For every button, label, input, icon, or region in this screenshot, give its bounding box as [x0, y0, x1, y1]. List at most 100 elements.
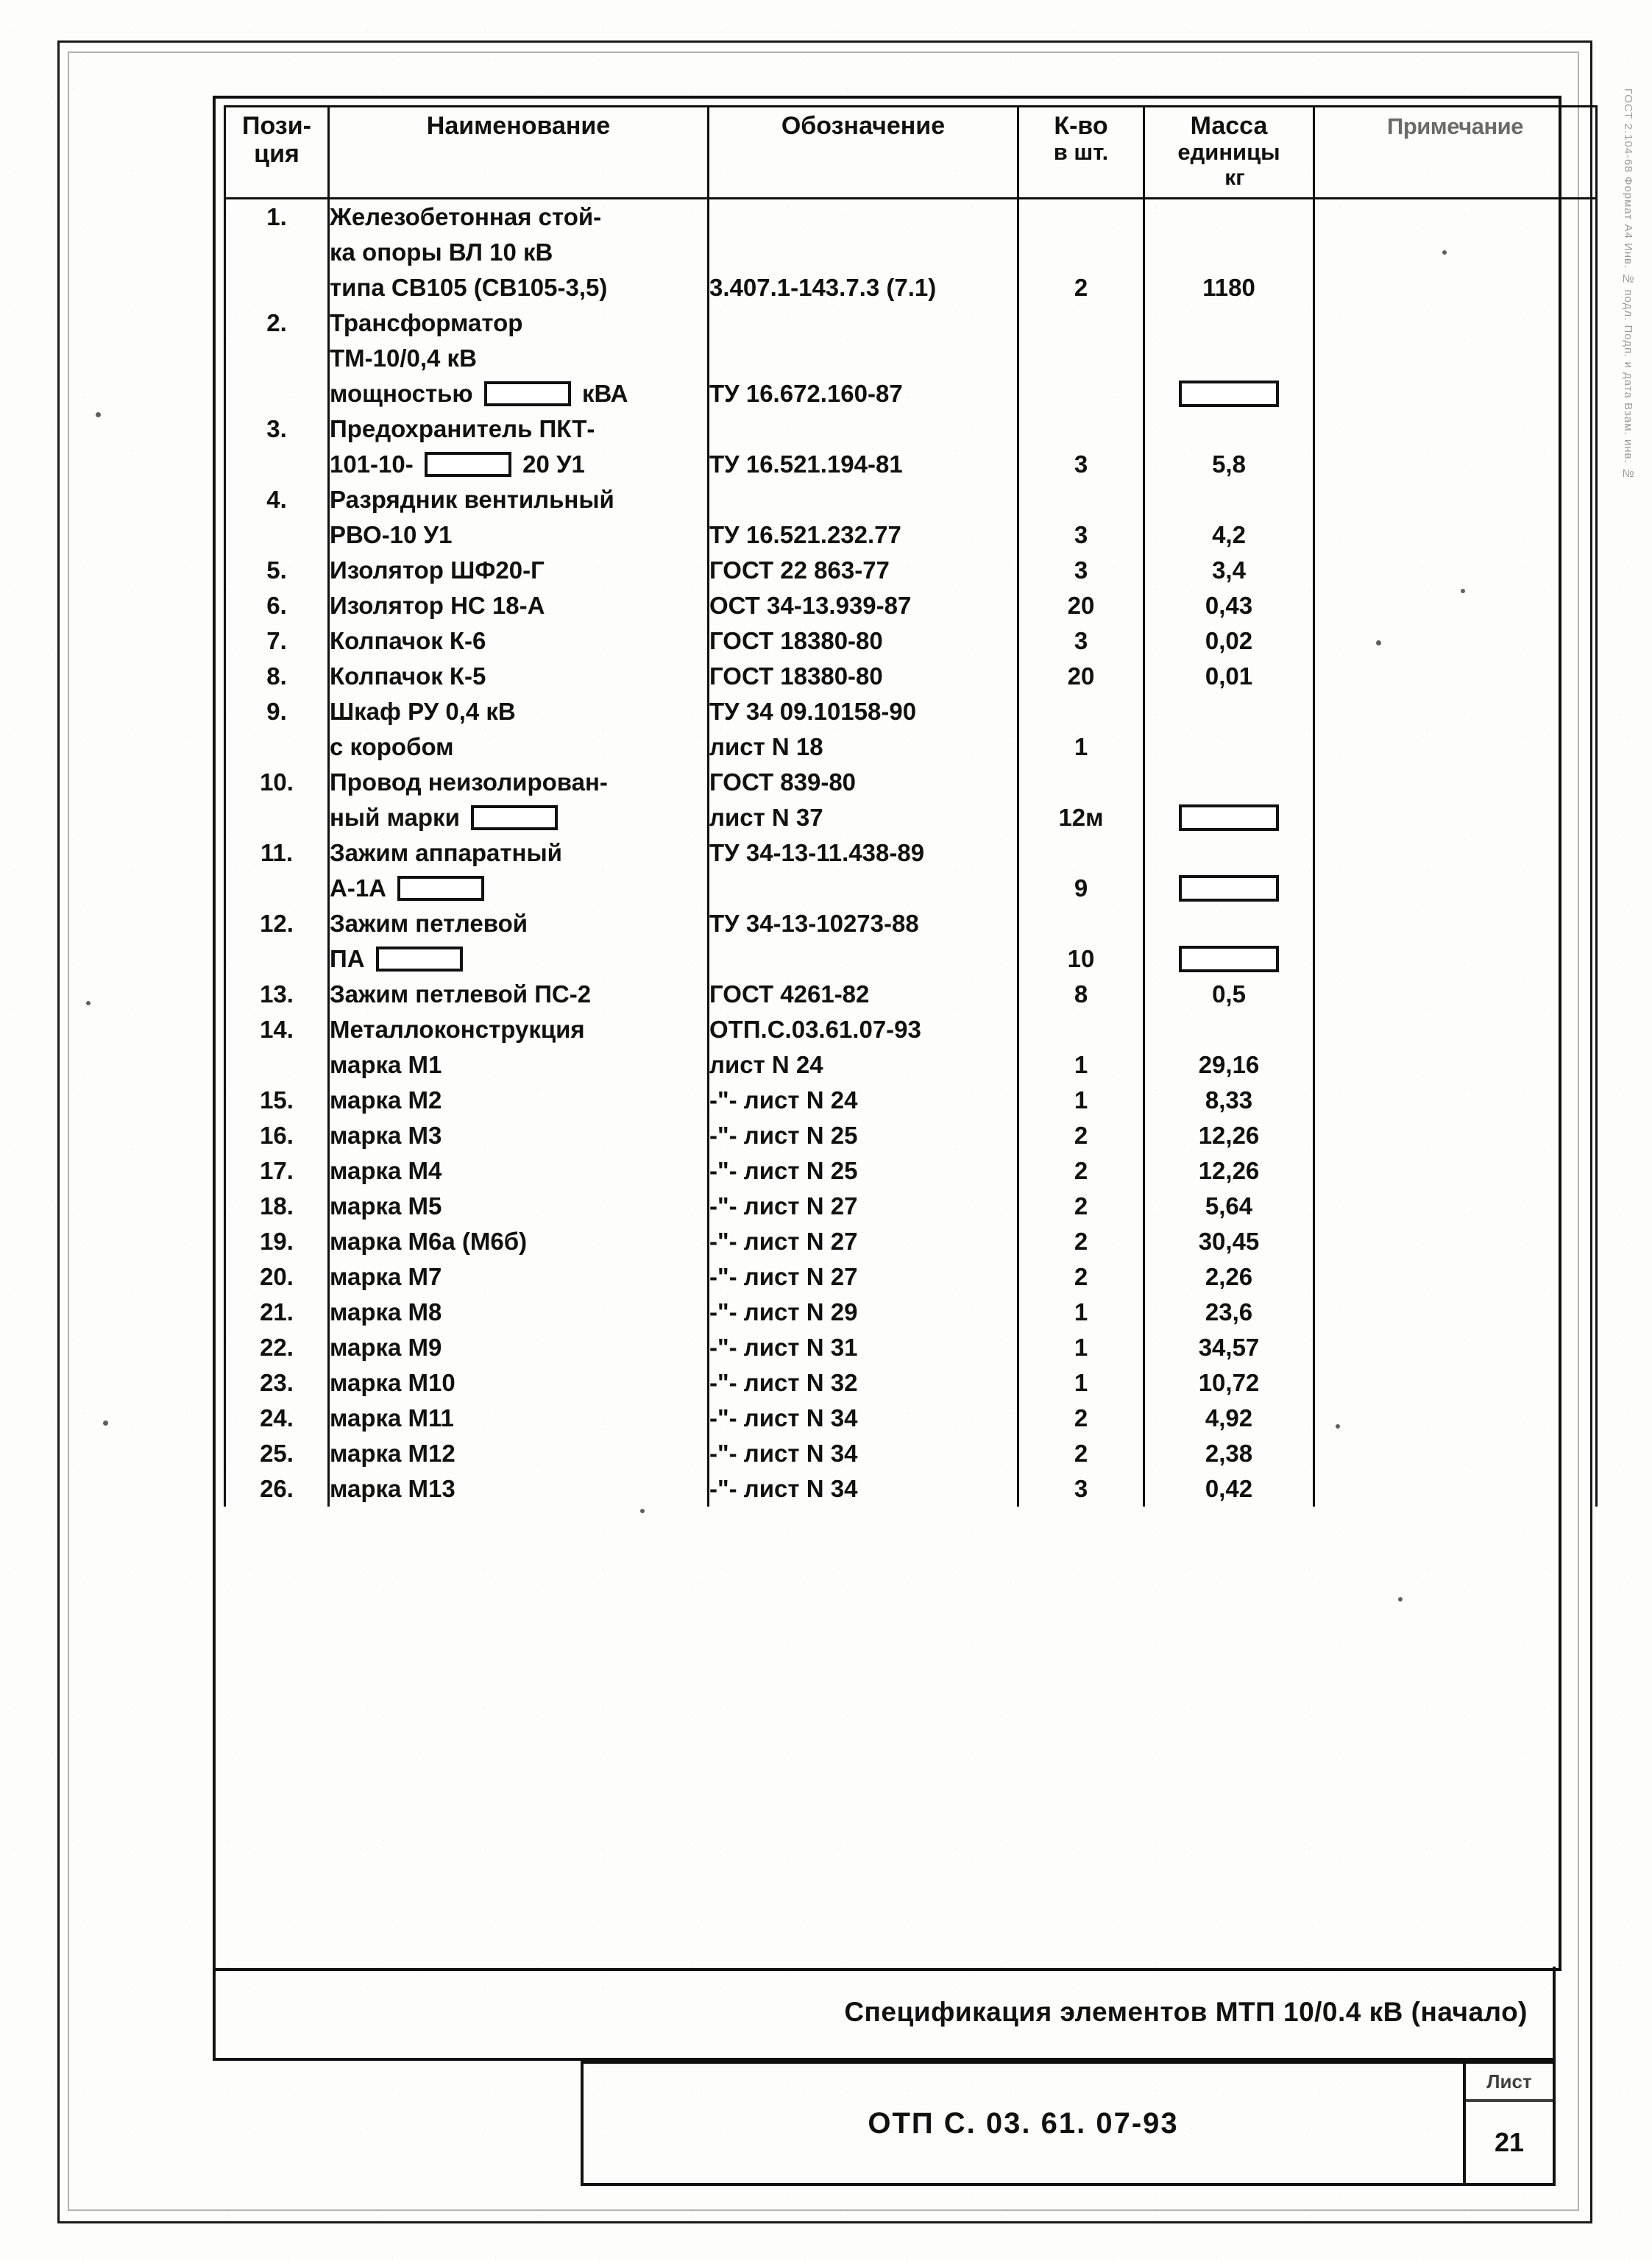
name-text: марка М9: [330, 1334, 442, 1362]
cell-position: 6.: [224, 588, 330, 624]
cell-quantity: 2: [1017, 1436, 1145, 1472]
mass-value: [1145, 235, 1313, 270]
text-fragment: ный марки: [330, 804, 467, 832]
name-lines: марка М7: [330, 1259, 707, 1295]
note-text: [1315, 411, 1595, 447]
designation-text: [709, 199, 1017, 235]
cell-mass: 5,8: [1143, 411, 1315, 483]
position-number: [226, 517, 327, 553]
cell-note: [1313, 977, 1598, 1013]
quantity-value: [1019, 411, 1143, 447]
name-lines: марка М2: [330, 1083, 707, 1118]
table-row: 6. Изолятор НС 18-А ОСТ 34-13.939-87 20 0,43: [224, 588, 1598, 624]
mass-value: [1145, 906, 1313, 941]
mass-lines: 30,45: [1145, 1224, 1313, 1259]
mass-value: [1145, 376, 1313, 411]
note-text: [1315, 482, 1595, 517]
designation-text: ГОСТ 839-80: [709, 768, 857, 796]
position-number: 25.: [260, 1440, 294, 1468]
designation-text: лист N 37: [709, 804, 823, 832]
fill-in-blank-box[interactable]: [424, 451, 511, 477]
cell-quantity: 20: [1017, 588, 1145, 624]
position-number: [226, 447, 327, 482]
mass-value: 0,02: [1205, 627, 1253, 655]
cell-note: [1313, 1153, 1598, 1189]
designation-text: [709, 941, 1017, 977]
name-text: марка М7: [330, 1263, 442, 1291]
mass-value: 12,26: [1198, 1157, 1260, 1185]
cell-mass: 10,72: [1143, 1365, 1315, 1401]
cell-position: 24.: [224, 1401, 330, 1437]
position-number: 19.: [260, 1228, 294, 1256]
quantity-value: 3: [1074, 627, 1088, 655]
note-text: [1315, 941, 1595, 977]
cell-mass: [1143, 835, 1315, 907]
note-text: [1315, 729, 1595, 765]
cell-position: 21.: [224, 1295, 330, 1331]
mass-value: [1145, 800, 1313, 835]
cell-quantity: 1: [1017, 1295, 1145, 1331]
cell-designation: -"- лист N 34: [707, 1471, 1019, 1507]
name-text: марка М11: [330, 1404, 454, 1432]
note-text: [1315, 1189, 1595, 1224]
fill-in-blank-box[interactable]: [1179, 945, 1279, 972]
fill-in-blank-box[interactable]: [375, 946, 463, 972]
designation-text: -"- лист N 29: [709, 1298, 858, 1326]
mass-lines: 12,26: [1145, 1118, 1313, 1153]
fill-in-blank-box[interactable]: [483, 381, 571, 406]
position-lines: 16.: [226, 1118, 327, 1153]
name-lines: марка М4: [330, 1153, 707, 1189]
fill-in-blank-box[interactable]: [1179, 380, 1279, 407]
designation-lines: -"- лист N 25: [709, 1118, 1017, 1153]
cell-name: марка М10: [327, 1365, 709, 1401]
designation-text: [709, 871, 1017, 906]
cell-position: 8.: [224, 659, 330, 695]
cell-position: 19.: [224, 1224, 330, 1260]
name-text: Зажим аппаратный: [330, 839, 562, 867]
quantity-value: 3: [1074, 1475, 1088, 1503]
name-lines: марка М12: [330, 1436, 707, 1471]
name-lines: Колпачок К-6: [330, 623, 707, 659]
cell-mass: 0,43: [1143, 588, 1315, 624]
cell-note: [1313, 198, 1598, 306]
fill-in-blank-box[interactable]: [471, 804, 559, 830]
fill-in-blank-box[interactable]: [1179, 874, 1279, 902]
cell-designation: ОСТ 34-13.939-87: [707, 588, 1019, 624]
fill-in-blank-box[interactable]: [397, 875, 485, 901]
mass-lines: 0,5: [1145, 977, 1313, 1012]
cell-designation: ГОСТ 839-80 лист N 37: [707, 765, 1019, 836]
position-lines: 3.: [226, 411, 327, 482]
position-number: [226, 341, 327, 376]
cell-name: Изолятор ШФ20-Г: [327, 553, 709, 589]
quantity-value: 2: [1074, 1122, 1088, 1150]
designation-text: ТУ 34-13-10273-88: [709, 910, 919, 938]
quantity-lines: 2: [1019, 1118, 1143, 1153]
fill-in-blank-box[interactable]: [1179, 804, 1279, 831]
quantity-lines: 2: [1019, 1436, 1143, 1471]
cell-name: марка М7: [327, 1259, 709, 1295]
margin-note: ГОСТ 2.104-68 Формат А4 Инв. № подл. Под…: [1622, 88, 1634, 481]
quantity-value: 9: [1074, 874, 1088, 902]
designation-text: ОТП.С.03.61.07-93: [709, 1016, 921, 1044]
name-text: А-1А: [330, 871, 707, 906]
table-row: 1. Железобетонная стой-ка опоры ВЛ 10 кВ…: [224, 198, 1598, 306]
quantity-value: 12м: [1058, 804, 1104, 832]
position-number: 23.: [260, 1369, 294, 1397]
mass-lines: 8,33: [1145, 1083, 1313, 1118]
designation-lines: ГОСТ 22 863-77: [709, 553, 1017, 588]
header-position: Пози- ция: [224, 105, 330, 200]
note-text: [1315, 1047, 1595, 1083]
mass-lines: 0,02: [1145, 623, 1313, 659]
designation-text: ГОСТ 18380-80: [709, 627, 883, 655]
title-stamp-block: ОТП С. 03. 61. 07-93 Лист 21: [581, 2061, 1556, 2186]
cell-mass: 0,5: [1143, 977, 1315, 1013]
cell-name: Трансформатор ТМ-10/0,4 кВ мощностью кВА: [327, 305, 709, 412]
cell-quantity: 3: [1017, 482, 1145, 553]
note-text: [1315, 1224, 1595, 1259]
name-text: марка М2: [330, 1086, 442, 1114]
table-caption: Спецификация элементов МТП 10/0.4 кВ (на…: [844, 1997, 1528, 2027]
note-text: [1315, 376, 1595, 411]
cell-name: марка М13: [327, 1471, 709, 1507]
designation-text: -"- лист N 31: [709, 1334, 858, 1362]
note-text: [1315, 765, 1595, 800]
